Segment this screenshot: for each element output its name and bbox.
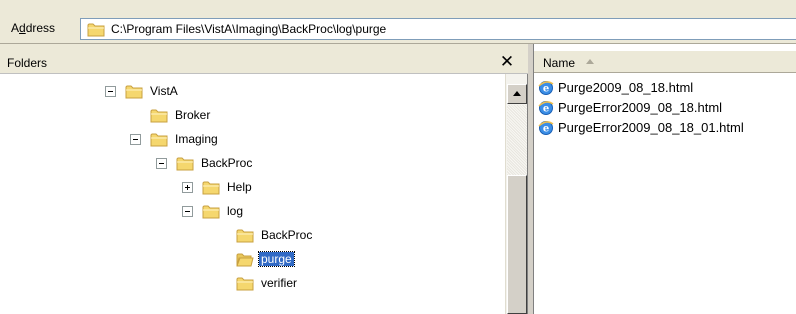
tree-item-label: BackProc [201,156,253,170]
tree-item-verifier[interactable]: verifier [236,272,299,294]
folder-tree: VistA Broker Imaging BackProc Help log B… [0,74,505,314]
collapse-icon[interactable] [105,85,116,97]
tree-item-help[interactable]: Help [182,176,254,198]
tree-item-label-selected: purge [258,251,295,267]
folder-icon [125,85,143,98]
collapse-icon[interactable] [156,157,167,169]
tree-item-label: VistA [150,84,178,98]
scrollbar-thumb[interactable] [507,175,527,314]
tree-item-label: verifier [261,276,298,290]
scroll-up-arrow-icon[interactable] [507,84,527,104]
file-item[interactable]: e PurgeError2009_08_18.html [537,97,722,117]
address-label: Address [11,21,56,35]
ie-html-icon: e [538,81,554,95]
ie-html-icon: e [538,121,554,135]
expand-icon[interactable] [182,181,193,193]
folder-icon [87,23,105,37]
folder-icon [202,181,220,194]
close-icon[interactable]: ✕ [497,52,517,72]
column-name-label: Name [543,56,576,70]
folder-icon [176,157,194,170]
files-pane: Name e Purge2009_08_18.html e PurgeError… [533,44,796,314]
scrollbar-track[interactable] [507,105,527,175]
open-folder-icon [236,253,254,266]
vertical-scrollbar[interactable] [505,74,527,314]
file-item[interactable]: e PurgeError2009_08_18_01.html [537,117,744,137]
sort-ascending-icon [586,59,594,64]
file-item[interactable]: e Purge2009_08_18.html [537,77,693,97]
file-name: PurgeError2009_08_18.html [558,99,723,115]
svg-text:e: e [543,84,549,95]
file-name: PurgeError2009_08_18_01.html [558,119,744,135]
tree-item-backproc[interactable]: BackProc [156,152,254,174]
folder-icon [202,205,220,218]
svg-text:e: e [543,124,549,135]
tree-item-log-backproc[interactable]: BackProc [236,224,314,246]
folders-header: Folders ✕ [0,44,528,74]
tree-item-purge[interactable]: purge [236,248,295,270]
folder-icon [236,229,254,242]
tree-item-label: log [227,204,244,218]
tree-item-broker[interactable]: Broker [150,104,212,126]
collapse-icon[interactable] [182,205,193,217]
tree-item-label: Imaging [175,132,218,146]
folder-icon [150,133,168,146]
address-path: C:\Program Files\VistA\Imaging\BackProc\… [111,22,387,36]
address-bar: Address C:\Program Files\VistA\Imaging\B… [0,0,796,44]
folder-icon [236,277,254,290]
tree-item-vista[interactable]: VistA [105,80,180,102]
folder-icon [150,109,168,122]
tree-item-label: BackProc [261,228,313,242]
address-input[interactable]: C:\Program Files\VistA\Imaging\BackProc\… [80,18,796,40]
tree-item-label: Help [227,180,252,194]
ie-html-icon: e [538,101,554,115]
folders-pane: Folders ✕ VistA Broker Imaging BackProc [0,44,528,314]
folders-title: Folders [7,56,48,70]
collapse-icon[interactable] [130,133,141,145]
svg-text:e: e [543,104,549,115]
column-header-name[interactable]: Name [534,51,796,73]
tree-item-imaging[interactable]: Imaging [130,128,220,150]
tree-item-label: Broker [175,108,211,122]
file-name: Purge2009_08_18.html [558,79,694,95]
tree-item-log[interactable]: log [182,200,245,222]
